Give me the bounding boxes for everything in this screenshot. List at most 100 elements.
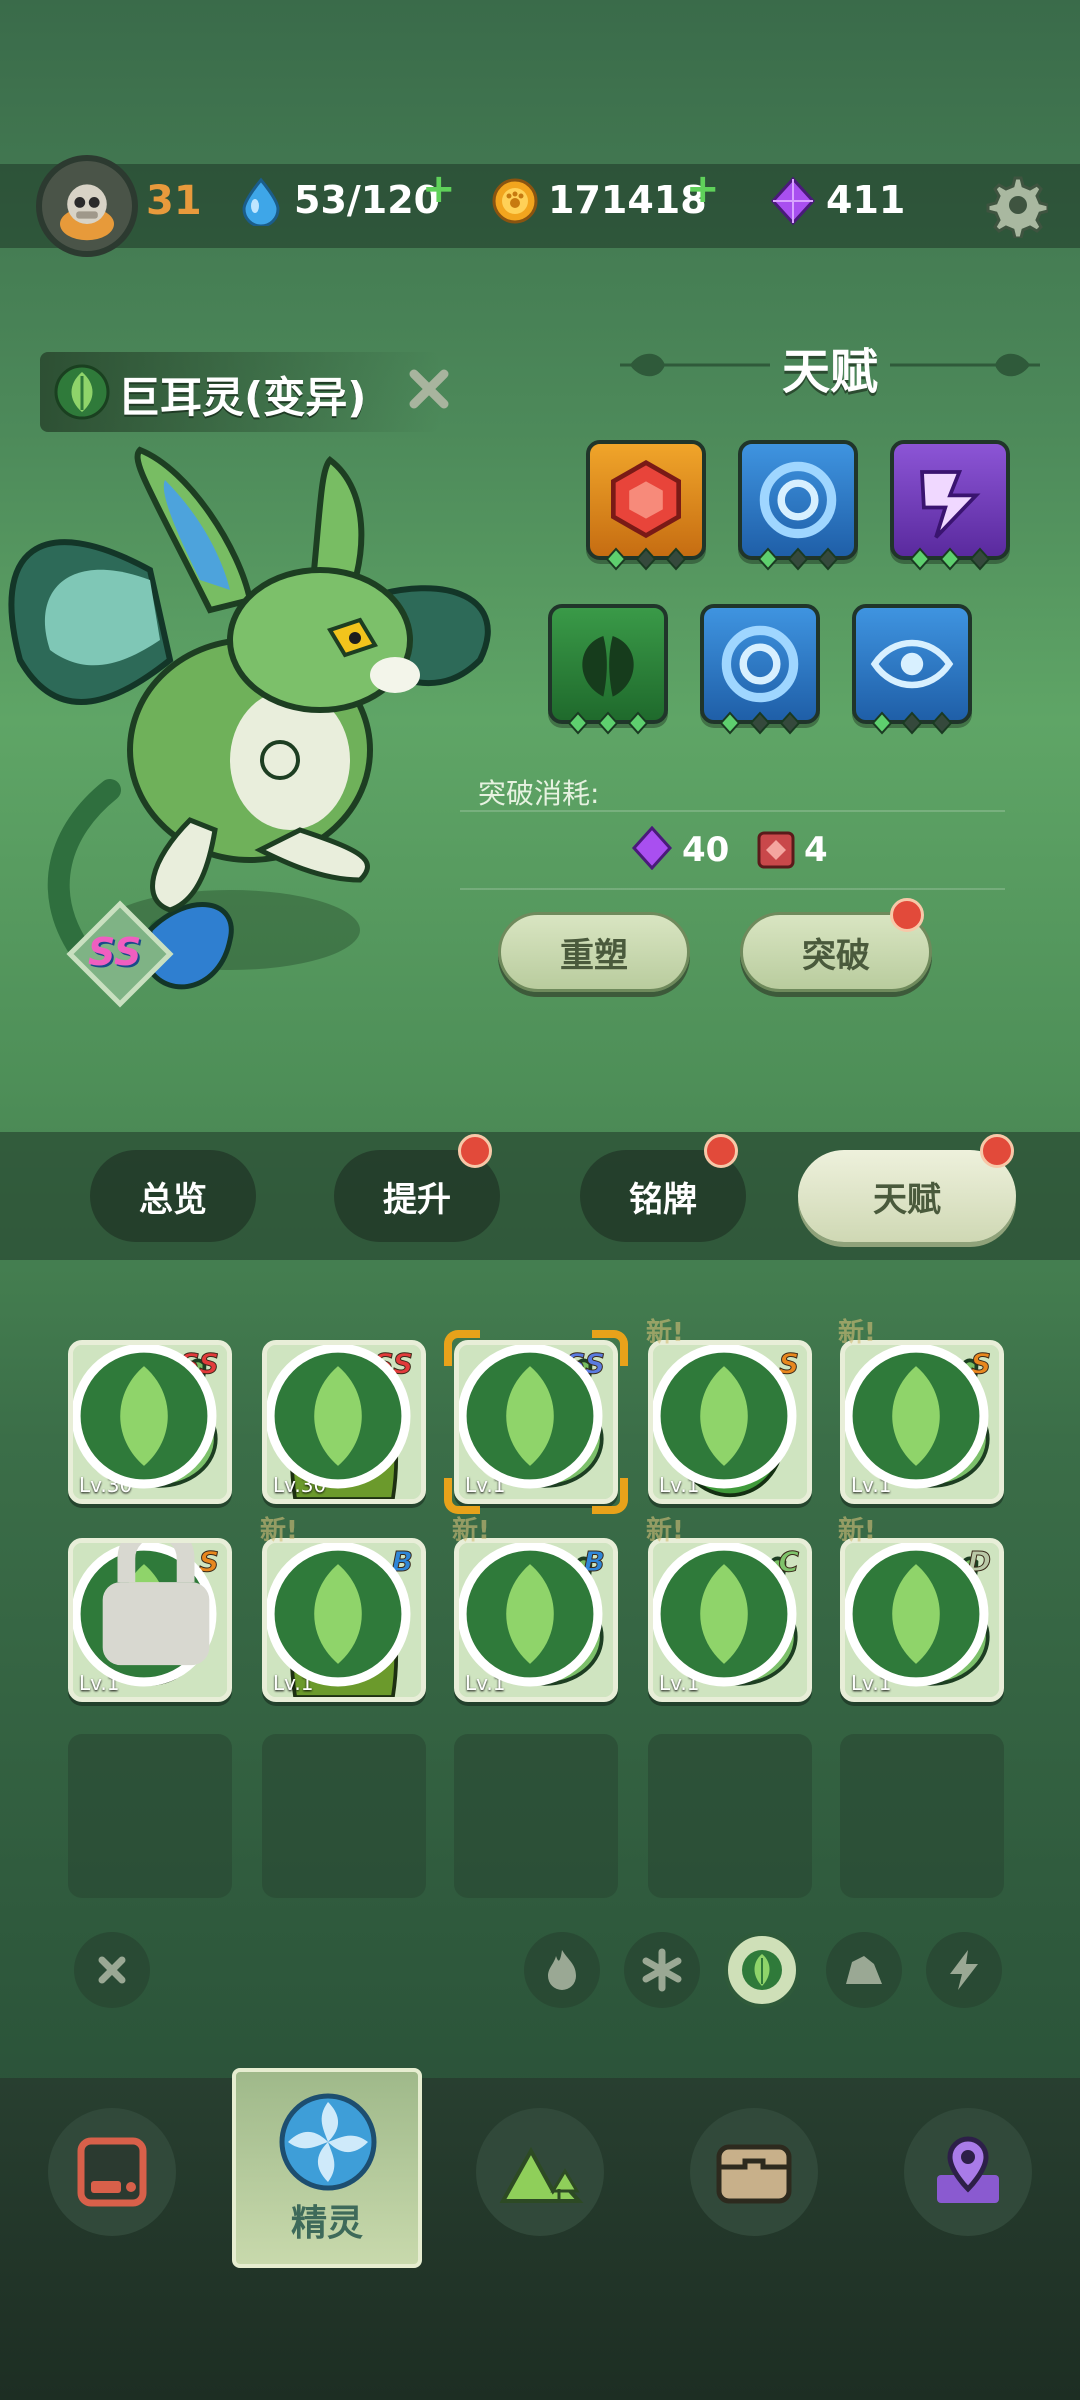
rarity-badge: SS (66, 900, 174, 1008)
leaf-icon (267, 1345, 411, 1489)
selection-bracket (444, 1478, 480, 1514)
add-gold-button[interactable]: + (686, 166, 720, 212)
talent-pips (909, 547, 991, 571)
map-pin-icon (937, 2136, 999, 2203)
title-ornament-right (890, 353, 1040, 377)
new-tag: 新! (838, 1318, 876, 1348)
talent-slot-4[interactable] (548, 604, 668, 724)
nav-map[interactable] (904, 2108, 1032, 2236)
talent-pips (871, 711, 953, 735)
snowflake-icon (642, 1948, 682, 1992)
leaf-icon (267, 1543, 411, 1687)
filter-clear[interactable] (74, 1932, 150, 2008)
empty-slot (840, 1734, 1004, 1898)
roster-card[interactable]: S Lv.1 (840, 1340, 1004, 1504)
selection-bracket (592, 1478, 628, 1514)
notification-dot (704, 1134, 738, 1168)
divider (460, 810, 1005, 812)
filter-earth[interactable] (826, 1932, 902, 2008)
talent-book-icon (757, 831, 795, 869)
filter-ice[interactable] (624, 1932, 700, 2008)
empty-slot (454, 1734, 618, 1898)
roster-card[interactable]: S Lv.1 (68, 1538, 232, 1702)
rock-icon (846, 1956, 882, 1984)
mountain-icon (499, 2146, 584, 2203)
add-stamina-button[interactable]: + (422, 166, 456, 212)
leaf-icon (845, 1543, 989, 1687)
new-tag: 新! (646, 1516, 684, 1546)
cost-book-value: 4 (804, 830, 828, 870)
gold-value: 171418 (548, 178, 707, 222)
stamina-value: 53/120 (294, 178, 441, 222)
roster-card[interactable]: SS Lv.30 (68, 1340, 232, 1504)
notification-dot (890, 898, 924, 932)
roster-card[interactable]: C Lv.1 (648, 1538, 812, 1702)
empty-slot (68, 1734, 232, 1898)
player-avatar[interactable] (36, 155, 138, 257)
talent-slot-1[interactable] (586, 440, 706, 560)
talent-pips (605, 547, 687, 571)
new-tag: 新! (838, 1516, 876, 1546)
hexagon-gem-icon (611, 459, 681, 539)
empty-slot (648, 1734, 812, 1898)
tab-talent[interactable]: 天赋 (798, 1150, 1016, 1242)
notification-dot (458, 1134, 492, 1168)
chest-icon (716, 2144, 792, 2204)
close-icon[interactable] (404, 364, 454, 414)
roster-card[interactable]: B Lv.1 (262, 1538, 426, 1702)
player-level: 31 (146, 178, 202, 224)
selection-bracket (444, 1330, 480, 1366)
purple-gem-icon (770, 176, 816, 226)
new-tag: 新! (646, 1318, 684, 1348)
roster-card[interactable]: D Lv.1 (840, 1538, 1004, 1702)
purple-gem-icon (631, 826, 673, 870)
cost-gem-value: 40 (682, 830, 730, 870)
leaf-icon (845, 1345, 989, 1489)
water-drop-icon (242, 177, 280, 226)
gold-coin-icon (492, 178, 538, 224)
tab-overview[interactable]: 总览 (90, 1150, 256, 1242)
filter-leaf[interactable] (724, 1932, 800, 2008)
filter-thunder[interactable] (926, 1932, 1002, 2008)
spirit-icon (279, 2093, 377, 2191)
leaf-icon (653, 1345, 797, 1489)
talent-pips (567, 711, 649, 735)
talent-slot-2[interactable] (738, 440, 858, 560)
nav-adventure[interactable] (476, 2108, 604, 2236)
roster-card[interactable]: S Lv.1 (648, 1340, 812, 1504)
nav-spirit-label: 精灵 (290, 2203, 363, 2244)
swirl-icon (759, 461, 837, 539)
leaf-icon (653, 1543, 797, 1687)
talent-pips (757, 547, 839, 571)
avatar-icon (60, 184, 114, 241)
leaf-element-icon (54, 364, 110, 420)
nav-inventory[interactable] (690, 2108, 818, 2236)
roster-card[interactable]: SS Lv.30 (262, 1340, 426, 1504)
nav-device[interactable] (48, 2108, 176, 2236)
talent-slot-3[interactable] (890, 440, 1010, 560)
gem-value: 411 (826, 178, 906, 222)
lock-icon (102, 1543, 210, 1666)
talent-slot-5[interactable] (700, 604, 820, 724)
rarity-text: SS (88, 930, 142, 974)
talent-pips (719, 711, 801, 735)
leaf-icon (73, 1345, 217, 1489)
close-icon (98, 1956, 126, 1984)
new-tag: 新! (452, 1516, 490, 1546)
leaf-icon (742, 1950, 782, 1990)
roster-card[interactable]: B Lv.1 (454, 1538, 618, 1702)
talent-slot-6[interactable] (852, 604, 972, 724)
lightning-icon (950, 1950, 978, 1990)
fire-icon (548, 1950, 576, 1990)
reshape-button[interactable]: 重塑 (498, 912, 690, 992)
selection-bracket (592, 1330, 628, 1366)
eye-icon (870, 639, 954, 689)
twin-leaf-icon (582, 636, 634, 697)
empty-slot (262, 1734, 426, 1898)
new-tag: 新! (260, 1516, 298, 1546)
gear-icon[interactable] (982, 172, 1048, 238)
filter-fire[interactable] (524, 1932, 600, 2008)
swirl-icon (721, 625, 799, 703)
leaf-icon (459, 1543, 603, 1687)
divider (460, 888, 1005, 890)
